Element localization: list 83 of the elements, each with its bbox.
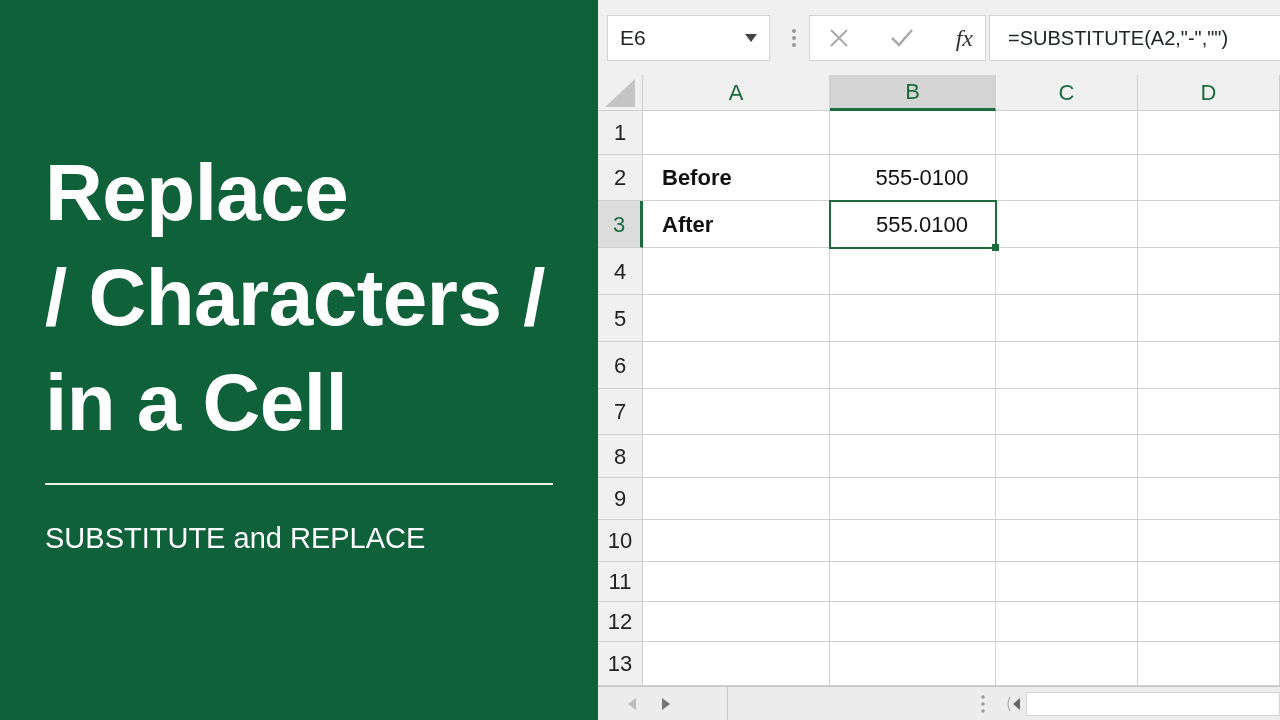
row-header[interactable]: 1 <box>598 111 643 155</box>
table-cell[interactable]: After <box>643 201 830 248</box>
table-cell[interactable] <box>643 562 830 602</box>
title-line: / Characters / <box>45 252 546 344</box>
column-header[interactable]: C <box>996 75 1138 111</box>
horizontal-scrollbar[interactable] <box>1026 691 1280 716</box>
column-header[interactable]: B <box>830 75 996 111</box>
title-line: Replace <box>45 147 350 239</box>
row-header[interactable]: 11 <box>598 562 643 602</box>
table-cell[interactable]: 555.0100 <box>830 201 996 248</box>
table-cell[interactable] <box>996 389 1138 435</box>
scroll-left-icon[interactable] <box>1006 695 1020 712</box>
table-cell[interactable] <box>830 478 996 520</box>
table-cell[interactable] <box>643 295 830 342</box>
table-cell[interactable] <box>1138 111 1280 155</box>
table-cell[interactable] <box>996 111 1138 155</box>
row-header[interactable]: 10 <box>598 520 643 562</box>
table-cell[interactable] <box>643 602 830 642</box>
table-cell[interactable] <box>830 248 996 295</box>
row-header[interactable]: 12 <box>598 602 643 642</box>
row-header[interactable]: 9 <box>598 478 643 520</box>
table-cell[interactable] <box>1138 435 1280 478</box>
table-cell[interactable] <box>996 602 1138 642</box>
table-cell[interactable] <box>996 248 1138 295</box>
row-header[interactable]: 6 <box>598 342 643 389</box>
cancel-icon[interactable] <box>830 28 848 47</box>
check-icon[interactable] <box>890 28 913 47</box>
table-cell[interactable] <box>830 520 996 562</box>
table-cell[interactable] <box>996 295 1138 342</box>
table-cell[interactable] <box>830 295 996 342</box>
table-cell[interactable] <box>643 435 830 478</box>
insert-function-button[interactable]: fx <box>955 19 973 56</box>
name-box[interactable]: E6 <box>607 14 770 61</box>
table-cell[interactable] <box>996 478 1138 520</box>
table-cell[interactable] <box>996 155 1138 201</box>
previous-sheet-icon[interactable] <box>628 697 636 710</box>
column-header[interactable]: D <box>1138 75 1280 111</box>
table-cell[interactable] <box>996 435 1138 478</box>
table-cell[interactable]: Before <box>643 155 830 201</box>
table-cell[interactable] <box>1138 389 1280 435</box>
row-header[interactable]: 8 <box>598 435 643 478</box>
table-cell[interactable] <box>643 520 830 562</box>
table-cell[interactable] <box>1138 520 1280 562</box>
table-cell[interactable] <box>996 201 1138 248</box>
row-header[interactable]: 2 <box>598 155 643 201</box>
table-cell[interactable] <box>643 389 830 435</box>
table-cell[interactable] <box>1138 478 1280 520</box>
table-cell[interactable] <box>996 342 1138 389</box>
table-cell[interactable]: 555-0100 <box>830 155 996 201</box>
subtitle: SUBSTITUTE and REPLACE <box>45 521 427 556</box>
select-all-icon <box>605 78 635 107</box>
table-cell[interactable] <box>643 248 830 295</box>
table-cell[interactable] <box>1138 562 1280 602</box>
row-header[interactable]: 13 <box>598 642 643 686</box>
formula-field[interactable]: =SUBSTITUTE(A2,"-","") <box>989 14 1280 61</box>
table-cell[interactable] <box>830 562 996 602</box>
table-cell[interactable] <box>643 111 830 155</box>
column-header[interactable]: A <box>643 75 830 111</box>
row-header[interactable]: 5 <box>598 295 643 342</box>
table-cell[interactable] <box>1138 248 1280 295</box>
table-cell[interactable] <box>830 111 996 155</box>
cell-reference: E6 <box>620 24 646 51</box>
dropdown-icon <box>745 33 757 42</box>
row-header[interactable]: 7 <box>598 389 643 435</box>
table-cell[interactable] <box>643 478 830 520</box>
next-sheet-icon[interactable] <box>662 697 670 710</box>
table-cell[interactable] <box>830 435 996 478</box>
row-header[interactable]: 4 <box>598 248 643 295</box>
table-cell[interactable] <box>643 342 830 389</box>
table-cell[interactable] <box>1138 201 1280 248</box>
table-cell[interactable] <box>996 562 1138 602</box>
table-cell[interactable] <box>830 342 996 389</box>
drag-handle-icon[interactable] <box>791 27 797 48</box>
title-line: in a Cell <box>45 357 349 449</box>
table-cell[interactable] <box>996 520 1138 562</box>
table-cell[interactable] <box>1138 295 1280 342</box>
row-header[interactable]: 3 <box>598 201 643 248</box>
table-cell[interactable] <box>1138 342 1280 389</box>
table-cell[interactable] <box>830 389 996 435</box>
table-cell[interactable] <box>830 602 996 642</box>
table-cell[interactable] <box>1138 155 1280 201</box>
drag-handle-icon[interactable] <box>980 694 986 713</box>
table-cell[interactable] <box>1138 602 1280 642</box>
